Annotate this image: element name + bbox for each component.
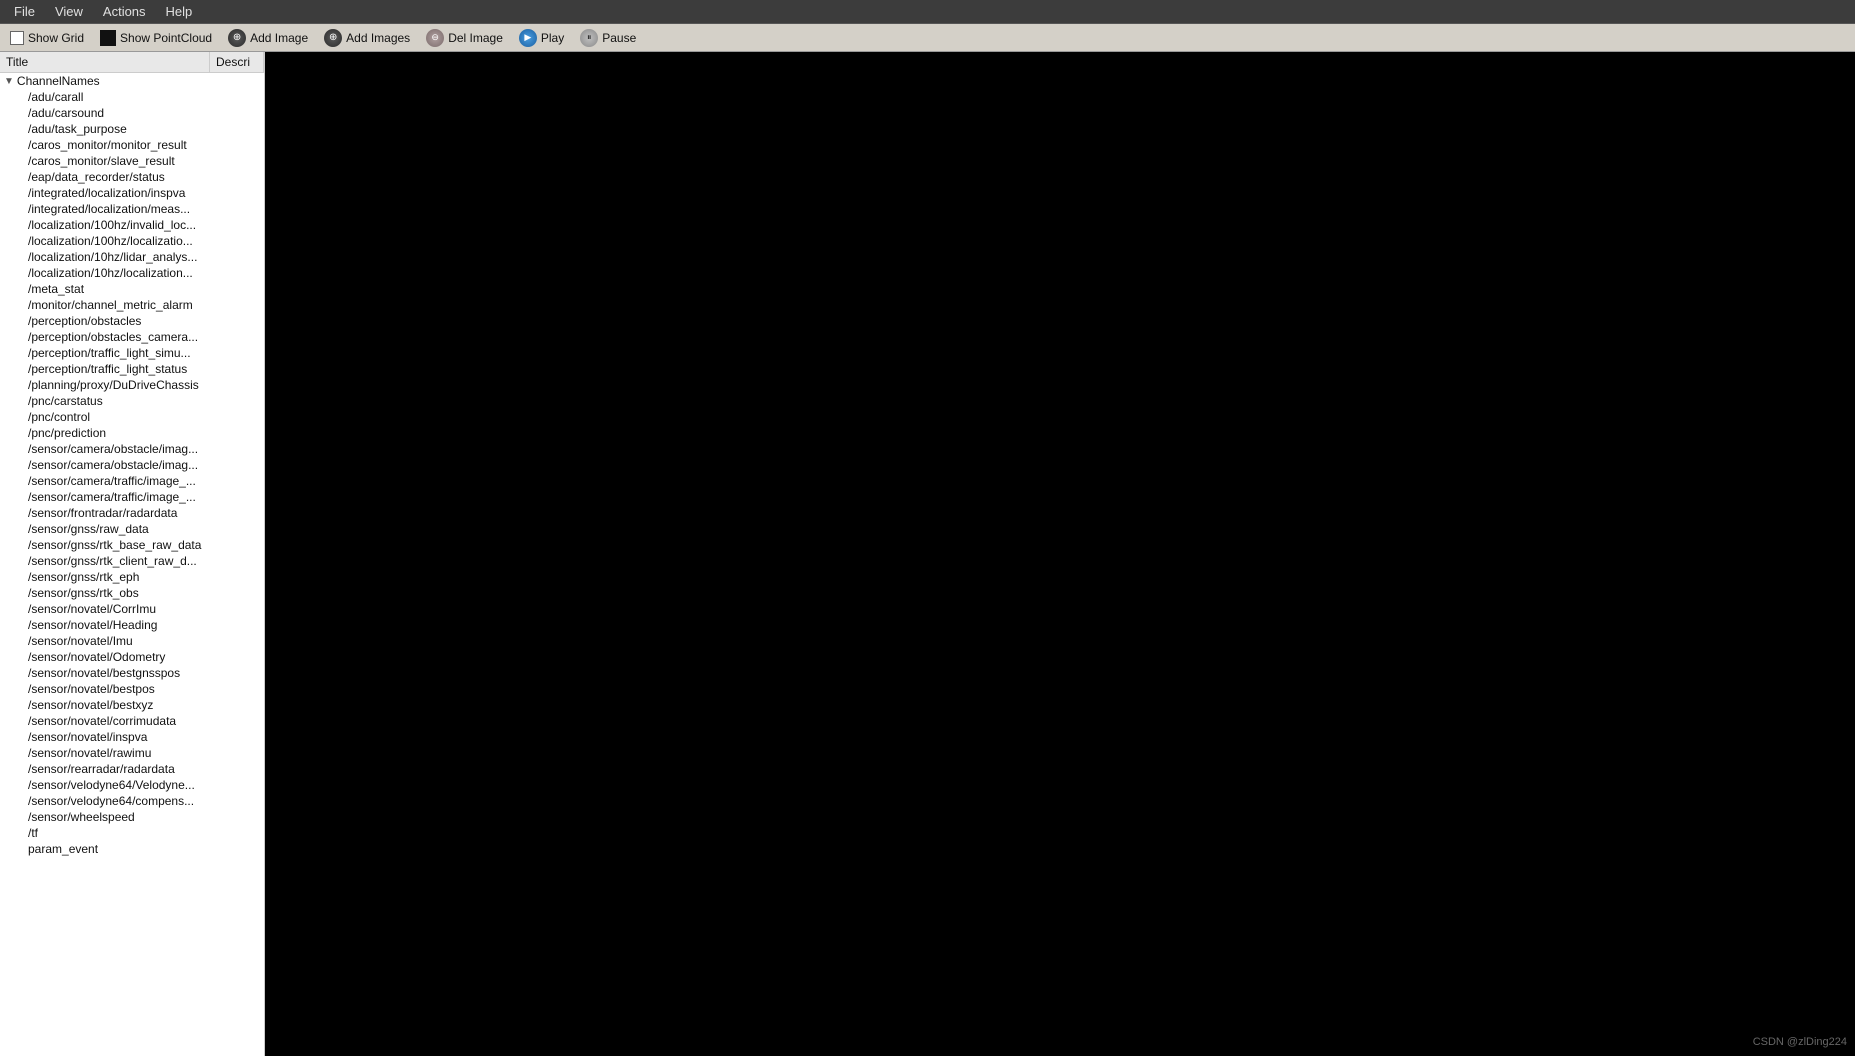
tree-item[interactable]: /sensor/novatel/bestpos [0,681,264,697]
toolbar: Show Grid Show PointCloud ⊕ Add Image ⊕ … [0,24,1855,52]
play-icon: ▶ [519,29,537,47]
tree-item[interactable]: /eap/data_recorder/status [0,169,264,185]
pause-button[interactable]: ⏸ Pause [576,27,640,49]
tree-item[interactable]: /planning/proxy/DuDriveChassis [0,377,264,393]
tree-item[interactable]: /tf [0,825,264,841]
tree-item[interactable]: /sensor/novatel/CorrImu [0,601,264,617]
tree-item[interactable]: /caros_monitor/slave_result [0,153,264,169]
tree-item[interactable]: /meta_stat [0,281,264,297]
title-column-header: Title [0,52,210,72]
tree-item[interactable]: param_event [0,841,264,857]
show-grid-checkbox-icon [10,31,24,45]
menu-file[interactable]: File [4,2,45,21]
menu-help[interactable]: Help [156,2,203,21]
tree-item[interactable]: /sensor/novatel/corrimudata [0,713,264,729]
tree-item[interactable]: /caros_monitor/monitor_result [0,137,264,153]
tree-item[interactable]: /sensor/novatel/Odometry [0,649,264,665]
add-image-button[interactable]: ⊕ Add Image [224,27,312,49]
tree-item[interactable]: /sensor/wheelspeed [0,809,264,825]
show-grid-toggle[interactable]: Show Grid [6,29,88,47]
menu-actions[interactable]: Actions [93,2,156,21]
tree-item[interactable]: /sensor/velodyne64/Velodyne... [0,777,264,793]
tree-item[interactable]: /sensor/gnss/rtk_client_raw_d... [0,553,264,569]
tree-item[interactable]: /pnc/control [0,409,264,425]
tree-item[interactable]: /monitor/channel_metric_alarm [0,297,264,313]
tree-item[interactable]: /sensor/camera/obstacle/imag... [0,441,264,457]
right-panel-canvas[interactable]: CSDN @zlDing224 [265,52,1855,1056]
add-images-icon: ⊕ [324,29,342,47]
tree-item[interactable]: /integrated/localization/meas... [0,201,264,217]
tree-item[interactable]: /sensor/novatel/rawimu [0,745,264,761]
tree-item[interactable]: /localization/10hz/localization... [0,265,264,281]
tree-item[interactable]: /sensor/novatel/Imu [0,633,264,649]
desc-column-header: Descri [210,52,264,72]
show-pointcloud-toggle[interactable]: Show PointCloud [96,28,216,48]
tree-item[interactable]: /sensor/rearradar/radardata [0,761,264,777]
tree-item[interactable]: /perception/obstacles [0,313,264,329]
tree-item[interactable]: /adu/carsound [0,105,264,121]
del-image-button[interactable]: ⊖ Del Image [422,27,507,49]
tree-item[interactable]: /sensor/gnss/rtk_obs [0,585,264,601]
add-image-label: Add Image [250,31,308,45]
tree-item[interactable]: /sensor/novatel/inspva [0,729,264,745]
menubar: File View Actions Help [0,0,1855,24]
del-image-label: Del Image [448,31,503,45]
tree-item[interactable]: /sensor/velodyne64/compens... [0,793,264,809]
tree-items-container: /adu/carall/adu/carsound/adu/task_purpos… [0,89,264,857]
tree-item[interactable]: /localization/100hz/localizatio... [0,233,264,249]
tree-item[interactable]: /perception/obstacles_camera... [0,329,264,345]
show-pointcloud-checkbox-icon [100,30,116,46]
pause-icon: ⏸ [580,29,598,47]
add-images-button[interactable]: ⊕ Add Images [320,27,414,49]
show-grid-label: Show Grid [28,31,84,45]
pause-label: Pause [602,31,636,45]
tree-item[interactable]: /sensor/gnss/rtk_eph [0,569,264,585]
tree-expand-arrow: ▼ [4,76,14,87]
tree-item[interactable]: /pnc/carstatus [0,393,264,409]
tree-root-channelnames[interactable]: ▼ ChannelNames [0,73,264,89]
add-image-icon: ⊕ [228,29,246,47]
tree-item[interactable]: /sensor/camera/traffic/image_... [0,473,264,489]
play-button[interactable]: ▶ Play [515,27,568,49]
play-label: Play [541,31,564,45]
tree-item[interactable]: /sensor/novatel/Heading [0,617,264,633]
tree-item[interactable]: /sensor/gnss/rtk_base_raw_data [0,537,264,553]
tree-item[interactable]: /adu/task_purpose [0,121,264,137]
watermark: CSDN @zlDing224 [1753,1036,1847,1048]
tree-item[interactable]: /sensor/frontradar/radardata [0,505,264,521]
tree-item[interactable]: /sensor/camera/traffic/image_... [0,489,264,505]
del-image-icon: ⊖ [426,29,444,47]
tree-item[interactable]: /integrated/localization/inspva [0,185,264,201]
tree-item[interactable]: /pnc/prediction [0,425,264,441]
tree-item[interactable]: /adu/carall [0,89,264,105]
menu-view[interactable]: View [45,2,93,21]
show-pointcloud-label: Show PointCloud [120,31,212,45]
tree-item[interactable]: /sensor/camera/obstacle/imag... [0,457,264,473]
tree-header: Title Descri [0,52,264,73]
tree-item[interactable]: /sensor/gnss/raw_data [0,521,264,537]
left-panel: Title Descri ▼ ChannelNames /adu/carall/… [0,52,265,1056]
main-content: Title Descri ▼ ChannelNames /adu/carall/… [0,52,1855,1056]
tree-item[interactable]: /sensor/novatel/bestgnsspos [0,665,264,681]
tree-item[interactable]: /perception/traffic_light_simu... [0,345,264,361]
tree-item[interactable]: /localization/10hz/lidar_analys... [0,249,264,265]
add-images-label: Add Images [346,31,410,45]
tree-root-label: ChannelNames [17,74,100,88]
tree-content[interactable]: ▼ ChannelNames /adu/carall/adu/carsound/… [0,73,264,1056]
tree-item[interactable]: /localization/100hz/invalid_loc... [0,217,264,233]
tree-item[interactable]: /perception/traffic_light_status [0,361,264,377]
tree-item[interactable]: /sensor/novatel/bestxyz [0,697,264,713]
